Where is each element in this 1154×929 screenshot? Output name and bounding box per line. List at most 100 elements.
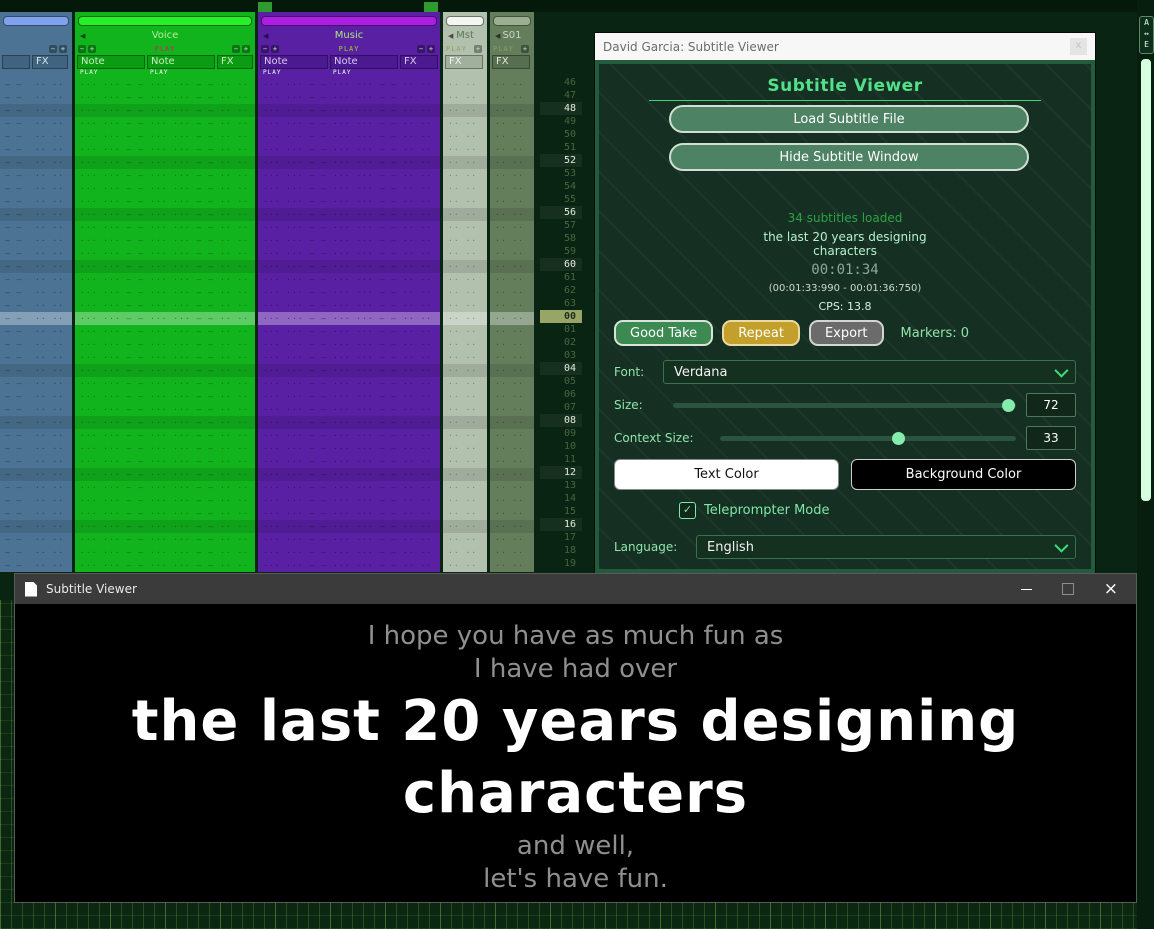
column-header[interactable]: FX <box>32 55 68 69</box>
pattern-row[interactable]: ·· ·· ·· <box>490 559 534 572</box>
pattern-row[interactable]: ··· ··· – –··· ··· – –·· ·· ·· <box>75 221 255 234</box>
pattern-row[interactable]: ·· ·· ·· <box>443 546 487 559</box>
pattern-row[interactable]: – –·· ·· ·· <box>0 494 72 507</box>
pattern-row[interactable]: ··· ··· – –··· ··· – –·· ·· ·· <box>258 351 440 364</box>
pattern-row[interactable]: – –·· ·· ·· <box>0 442 72 455</box>
pattern-row[interactable]: ·· ·· ·· <box>443 169 487 182</box>
close-icon[interactable]: x <box>1070 38 1087 55</box>
pattern-row[interactable]: ··· ··· – –··· ··· – –·· ·· ·· <box>75 169 255 182</box>
pattern-row[interactable]: – –·· ·· ·· <box>0 416 72 429</box>
pattern-row[interactable]: ··· ··· – –··· ··· – –·· ·· ·· <box>75 208 255 221</box>
font-dropdown[interactable]: Verdana <box>663 360 1076 384</box>
pattern-row[interactable]: – –·· ·· ·· <box>0 286 72 299</box>
vertical-scrollbar[interactable] <box>1140 58 1152 502</box>
pattern-row[interactable]: – –·· ·· ·· <box>0 221 72 234</box>
pattern-row[interactable]: ·· ·· ·· <box>443 429 487 442</box>
context-slider-thumb[interactable] <box>891 432 905 445</box>
pattern-row[interactable]: ··· ··· – –··· ··· – –·· ·· ·· <box>75 468 255 481</box>
plus-icon[interactable]: + <box>88 45 96 53</box>
pattern-row[interactable]: ·· ·· ·· <box>490 195 534 208</box>
pattern-row[interactable]: ··· ··· – –··· ··· – –·· ·· ·· <box>75 533 255 546</box>
pattern-row[interactable]: ··· ··· – –··· ··· – –·· ·· ·· <box>258 416 440 429</box>
pattern-row[interactable]: ·· ·· ·· <box>443 507 487 520</box>
collapse-icon[interactable]: ◀ <box>448 32 453 40</box>
pattern-row[interactable]: ··· ··· – –··· ··· – –·· ·· ·· <box>258 507 440 520</box>
column-header[interactable]: Note <box>260 55 328 69</box>
pattern-row[interactable]: ··· ··· – –··· ··· – –·· ·· ·· <box>75 130 255 143</box>
pattern-row[interactable]: ··· ··· – –··· ··· – –·· ·· ·· <box>75 273 255 286</box>
pattern-row[interactable]: ··· ··· – –··· ··· – –·· ·· ·· <box>258 156 440 169</box>
plus-icon[interactable]: + <box>241 45 250 53</box>
pattern-row[interactable]: ·· ·· ·· <box>490 546 534 559</box>
pattern-row[interactable]: – –·· ·· ·· <box>0 104 72 117</box>
pattern-row[interactable]: ··· ··· – –··· ··· – –·· ·· ·· <box>258 286 440 299</box>
pattern-row[interactable]: ·· ·· ·· <box>490 377 534 390</box>
pattern-row[interactable]: ·· ·· ·· <box>490 338 534 351</box>
pattern-row[interactable]: ··· ··· – –··· ··· – –·· ·· ·· <box>258 481 440 494</box>
pattern-row[interactable]: ·· ·· ·· <box>443 78 487 91</box>
pattern-row[interactable]: ··· ··· – –··· ··· – –·· ·· ·· <box>75 286 255 299</box>
track-color-bar[interactable] <box>78 16 252 26</box>
pattern-row[interactable]: ··· ··· – –··· ··· – –·· ·· ·· <box>258 520 440 533</box>
pattern-row[interactable]: ·· ·· ·· <box>443 377 487 390</box>
pattern-row[interactable]: ·· ·· ·· <box>443 494 487 507</box>
pattern-row[interactable]: ·· ·· ·· <box>443 247 487 260</box>
pattern-row[interactable]: – –·· ·· ·· <box>0 546 72 559</box>
pattern-row[interactable]: ·· ·· ·· <box>443 338 487 351</box>
pattern-row[interactable]: ·· ·· ·· <box>443 195 487 208</box>
pattern-row[interactable]: ··· ··· – –··· ··· – –·· ·· ·· <box>258 221 440 234</box>
pattern-row[interactable]: ·· ·· ·· <box>443 182 487 195</box>
pattern-row[interactable]: ·· ·· ·· <box>443 455 487 468</box>
minus-icon[interactable]: − <box>49 45 57 53</box>
pattern-row[interactable]: ··· ··· – –··· ··· – –·· ·· ·· <box>75 312 255 325</box>
pattern-row[interactable]: ··· ··· – –··· ··· – –·· ·· ·· <box>258 234 440 247</box>
pattern-row[interactable]: – –·· ·· ·· <box>0 507 72 520</box>
pattern-row[interactable]: ··· ··· – –··· ··· – –·· ·· ·· <box>75 494 255 507</box>
teleprompter-checkbox[interactable]: ✓ <box>679 502 696 519</box>
pattern-row[interactable]: ··· ··· – –··· ··· – –·· ·· ·· <box>258 299 440 312</box>
pattern-row[interactable]: – –·· ·· ·· <box>0 377 72 390</box>
pattern-row[interactable]: ·· ·· ·· <box>443 468 487 481</box>
pattern-row[interactable]: ··· ··· – –··· ··· – –·· ·· ·· <box>75 117 255 130</box>
size-slider[interactable] <box>673 393 1016 417</box>
pattern-row[interactable]: ··· ··· – –··· ··· – –·· ·· ·· <box>258 312 440 325</box>
column-header[interactable]: FX <box>492 55 530 69</box>
pattern-row[interactable]: – –·· ·· ·· <box>0 520 72 533</box>
pattern-row[interactable]: ··· ··· – –··· ··· – –·· ·· ·· <box>258 494 440 507</box>
track-color-bar[interactable] <box>261 16 437 26</box>
minimize-icon[interactable] <box>1020 588 1032 590</box>
pattern-row[interactable]: ·· ·· ·· <box>443 416 487 429</box>
column-header[interactable]: FX <box>400 55 438 69</box>
pattern-row[interactable]: ··· ··· – –··· ··· – –·· ·· ·· <box>258 260 440 273</box>
minus-icon[interactable]: − <box>261 45 269 53</box>
pattern-row[interactable]: ··· ··· – –··· ··· – –·· ·· ·· <box>75 377 255 390</box>
pattern-row[interactable]: ·· ·· ·· <box>443 364 487 377</box>
pattern-row[interactable]: ·· ·· ·· <box>443 520 487 533</box>
pattern-row[interactable]: – –·· ·· ·· <box>0 390 72 403</box>
pattern-row[interactable]: – –·· ·· ·· <box>0 260 72 273</box>
pattern-row[interactable]: ··· ··· – –··· ··· – –·· ·· ·· <box>75 546 255 559</box>
pattern-row[interactable]: ·· ·· ·· <box>490 416 534 429</box>
pattern-row[interactable]: ·· ·· ·· <box>490 234 534 247</box>
pattern-row[interactable]: ··· ··· – –··· ··· – –·· ·· ·· <box>75 104 255 117</box>
pattern-row[interactable]: – –·· ·· ·· <box>0 325 72 338</box>
background-color-button[interactable]: Background Color <box>851 459 1076 490</box>
pattern-row[interactable]: ·· ·· ·· <box>490 507 534 520</box>
pattern-row[interactable]: ··· ··· – –··· ··· – –·· ·· ·· <box>258 325 440 338</box>
pattern-row[interactable]: ·· ·· ·· <box>443 325 487 338</box>
pattern-row[interactable]: ·· ·· ·· <box>443 533 487 546</box>
pattern-row[interactable]: ·· ·· ·· <box>443 351 487 364</box>
pattern-row[interactable]: ··· ··· – –··· ··· – –·· ·· ·· <box>75 143 255 156</box>
context-slider-track[interactable] <box>720 436 1016 441</box>
pattern-row[interactable]: – –·· ·· ·· <box>0 468 72 481</box>
pattern-row[interactable]: – –·· ·· ·· <box>0 195 72 208</box>
pattern-row[interactable]: ·· ·· ·· <box>490 182 534 195</box>
pattern-row[interactable]: ·· ·· ·· <box>490 442 534 455</box>
pattern-row[interactable]: ·· ·· ·· <box>490 169 534 182</box>
pattern-row[interactable]: ·· ·· ·· <box>490 156 534 169</box>
pattern-row[interactable]: ··· ··· – –··· ··· – –·· ·· ·· <box>75 520 255 533</box>
plus-icon[interactable]: + <box>271 45 279 53</box>
column-header[interactable] <box>2 55 30 69</box>
pattern-row[interactable]: – –·· ·· ·· <box>0 364 72 377</box>
pattern-row[interactable]: ·· ·· ·· <box>490 260 534 273</box>
